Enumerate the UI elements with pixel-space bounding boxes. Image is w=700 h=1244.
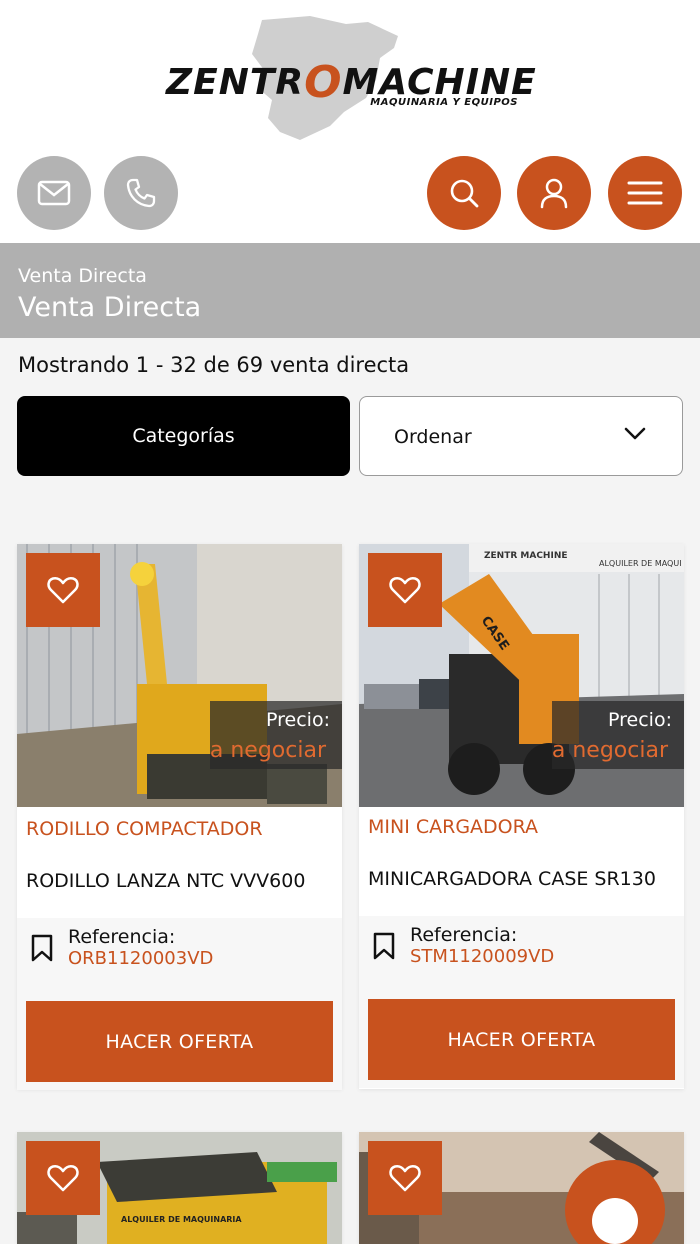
price-value: a negociar	[551, 738, 668, 763]
favorite-button[interactable]	[368, 1141, 442, 1215]
favorite-button[interactable]	[368, 553, 442, 627]
listing-category[interactable]: RODILLO COMPACTADOR	[26, 818, 263, 840]
menu-icon	[627, 181, 663, 205]
favorite-button[interactable]	[26, 1141, 100, 1215]
listing-title[interactable]: RODILLO LANZA NTC VVV600	[26, 870, 305, 892]
chevron-down-icon	[624, 427, 646, 440]
chat-icon	[592, 1198, 638, 1244]
photo-sign: ALQUILER DE MAQUINARIA	[121, 1215, 242, 1224]
make-offer-button[interactable]: HACER OFERTA	[368, 999, 675, 1080]
listing-title[interactable]: MINICARGADORA CASE SR130	[368, 868, 656, 890]
heart-icon	[47, 1165, 79, 1192]
breadcrumb[interactable]: Venta Directa	[18, 265, 147, 287]
menu-button[interactable]	[608, 156, 682, 230]
photo-sign-2: ALQUILER DE MAQUI	[599, 559, 682, 568]
bookmark-icon	[373, 932, 395, 960]
user-icon	[540, 178, 568, 209]
reference-label: Referencia:	[410, 924, 518, 946]
results-count: Mostrando 1 - 32 de 69 venta directa	[18, 353, 410, 377]
price-overlay: Precio: a negociar	[552, 701, 684, 769]
price-label: Precio:	[608, 709, 672, 731]
price-value: a negociar	[209, 738, 326, 763]
sort-label: Ordenar	[394, 426, 472, 448]
search-icon	[450, 179, 479, 208]
brand-tagline: MAQUINARIA Y EQUIPOS	[370, 97, 518, 108]
listing-card[interactable]: ALQUILER DE MAQUINARIA	[17, 1132, 342, 1244]
price-overlay: Precio: a negociar	[210, 701, 342, 769]
listing-photo[interactable]: ALQUILER DE MAQUINARIA	[17, 1132, 342, 1244]
page-banner: Venta Directa Venta Directa	[0, 243, 700, 338]
listing-category[interactable]: MINI CARGADORA	[368, 816, 538, 838]
reference-section: Referencia: STM1120009VD HACER OFERTA	[359, 916, 684, 1088]
phone-button[interactable]	[104, 156, 178, 230]
make-offer-button[interactable]: HACER OFERTA	[26, 1001, 333, 1082]
sort-dropdown[interactable]: Ordenar	[359, 396, 683, 476]
phone-icon	[126, 178, 156, 208]
listing-photo[interactable]: ZENTR MACHINE ALQUILER DE MAQUI CASE Pre…	[359, 544, 684, 807]
page-title: Venta Directa	[18, 292, 202, 323]
heart-icon	[389, 577, 421, 604]
reference-section: Referencia: ORB1120003VD HACER OFERTA	[17, 918, 342, 1090]
account-button[interactable]	[517, 156, 591, 230]
mail-icon	[37, 180, 71, 206]
reference-value: ORB1120003VD	[68, 948, 214, 969]
photo-sign-1: ZENTR MACHINE	[484, 551, 568, 561]
reference-value: STM1120009VD	[410, 946, 555, 967]
categories-button[interactable]: Categorías	[17, 396, 350, 476]
heart-icon	[389, 1165, 421, 1192]
price-label: Precio:	[266, 709, 330, 731]
site-header: ZENTROMACHINE MAQUINARIA Y EQUIPOS	[0, 0, 700, 243]
site-logo[interactable]: ZENTROMACHINE MAQUINARIA Y EQUIPOS	[160, 14, 536, 144]
heart-icon	[47, 577, 79, 604]
bookmark-icon	[31, 934, 53, 962]
listing-photo[interactable]: Precio: a negociar	[17, 544, 342, 807]
listing-card[interactable]: ZENTR MACHINE ALQUILER DE MAQUI CASE Pre…	[359, 544, 684, 1089]
reference-label: Referencia:	[68, 926, 176, 948]
email-button[interactable]	[17, 156, 91, 230]
listing-card[interactable]: Precio: a negociar RODILLO COMPACTADOR R…	[17, 544, 342, 1090]
favorite-button[interactable]	[26, 553, 100, 627]
search-button[interactable]	[427, 156, 501, 230]
